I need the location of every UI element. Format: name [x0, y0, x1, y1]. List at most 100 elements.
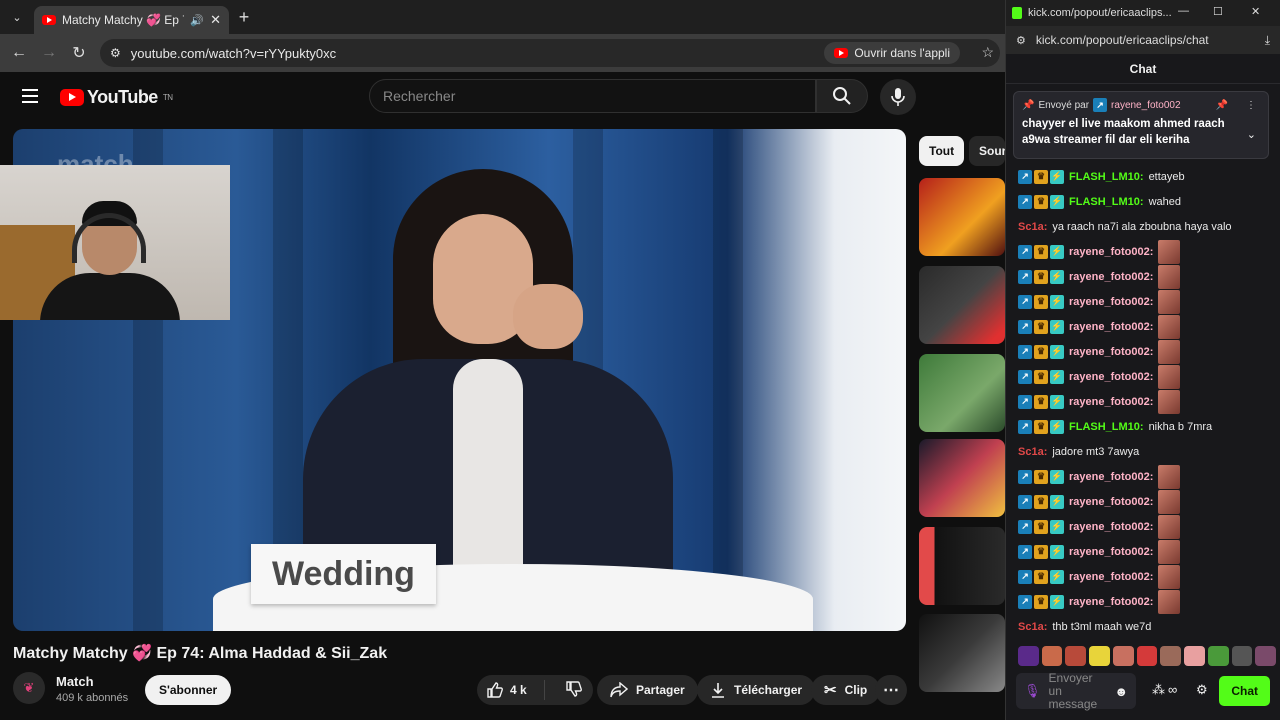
back-arrow-icon[interactable]: ← — [4, 44, 34, 62]
recommended-thumbnail[interactable] — [919, 266, 1005, 344]
maximize-icon[interactable]: ☐ — [1213, 5, 1223, 18]
chat-message: ↗ ♛ ⚡ FLASH_LM10: ettayeb — [1018, 164, 1273, 189]
pinned-prefix: Envoyé par — [1038, 99, 1090, 111]
chip-source[interactable]: Sour — [969, 136, 1005, 166]
chat-username[interactable]: rayene_foto002: — [1069, 271, 1153, 283]
recommended-thumbnail[interactable] — [919, 614, 1005, 692]
chat-username[interactable]: FLASH_LM10: — [1069, 421, 1144, 433]
chip-all[interactable]: Tout — [919, 136, 965, 166]
download-icon[interactable]: ⤓ — [1265, 33, 1270, 48]
crown-badge-icon: ♛ — [1034, 169, 1048, 184]
dislike-button[interactable] — [553, 680, 583, 701]
recommended-thumbnail[interactable] — [919, 178, 1005, 256]
emote[interactable] — [1160, 646, 1182, 666]
site-settings-icon[interactable]: ⚙ — [1016, 34, 1026, 47]
chat-username[interactable]: rayene_foto002: — [1069, 546, 1153, 558]
share-button[interactable]: Partager — [597, 675, 698, 705]
search-button[interactable] — [816, 79, 868, 113]
emote[interactable] — [1018, 646, 1039, 666]
scissors-icon: ✂ — [824, 682, 837, 699]
crown-badge-icon: ♛ — [1034, 594, 1048, 609]
chat-input[interactable]: 🎙 Envoyer un message ☻ — [1016, 671, 1136, 710]
tab-search-chevron-icon[interactable]: ⌄ — [0, 0, 34, 34]
channel-name[interactable]: Match — [56, 674, 94, 689]
reload-icon[interactable]: ↻ — [64, 43, 94, 63]
emote[interactable] — [1255, 646, 1277, 666]
emote[interactable] — [1112, 646, 1134, 666]
face-emote-icon — [1158, 389, 1181, 414]
bookmark-star-icon[interactable]: ☆ — [981, 44, 994, 61]
emote[interactable] — [1065, 646, 1087, 666]
chat-message-text: ya raach na7i ala zboubna haya valo — [1052, 220, 1232, 233]
link-icon[interactable]: ∞ — [1168, 682, 1177, 697]
open-in-app-button[interactable]: Ouvrir dans l'appli — [824, 42, 960, 64]
face-emote-icon — [1158, 539, 1181, 564]
youtube-favicon-icon — [42, 15, 56, 25]
emote[interactable] — [1231, 646, 1253, 666]
forward-arrow-icon[interactable]: → — [34, 44, 64, 62]
chat-username[interactable]: FLASH_LM10: — [1069, 171, 1144, 183]
chat-username[interactable]: rayene_foto002: — [1069, 571, 1153, 583]
emote[interactable] — [1041, 646, 1063, 666]
chat-username[interactable]: rayene_foto002: — [1069, 521, 1153, 533]
chat-username[interactable]: rayene_foto002: — [1069, 596, 1153, 608]
chat-window-url-bar[interactable]: ⚙ kick.com/popout/ericaaclips/chat ⤓ — [1006, 26, 1280, 54]
pinned-options-icon[interactable]: ⋮ — [1246, 100, 1256, 111]
minimize-icon[interactable]: — — [1178, 5, 1189, 17]
emoji-icon[interactable]: ☻ — [1114, 684, 1128, 699]
chat-username[interactable]: rayene_foto002: — [1069, 396, 1153, 408]
chat-username[interactable]: rayene_foto002: — [1069, 321, 1153, 333]
verified-badge-icon: ↗ — [1018, 319, 1032, 334]
chat-username[interactable]: Sc1a: — [1018, 621, 1047, 633]
download-icon — [712, 683, 724, 698]
chat-username[interactable]: Sc1a: — [1018, 221, 1047, 233]
close-window-icon[interactable]: ✕ — [1251, 5, 1260, 18]
tab-title: Matchy Matchy 💞 Ep 74: A — [62, 13, 184, 27]
chat-settings-icon[interactable]: ⚙ — [1196, 682, 1208, 698]
recommended-thumbnail[interactable] — [919, 439, 1005, 517]
youtube-app-icon — [834, 48, 849, 58]
tab-close-icon[interactable]: ✕ — [210, 12, 221, 28]
verified-badge-icon: ↗ — [1018, 544, 1032, 559]
emote[interactable] — [1184, 646, 1205, 666]
new-tab-plus-icon[interactable]: + — [229, 7, 259, 28]
youtube-play-icon — [60, 89, 84, 106]
subscriber-badge-icon: ⚡ — [1050, 394, 1064, 409]
chat-message-text: thb t3ml maah we7d — [1052, 620, 1152, 633]
verified-badge-icon: ↗ — [1018, 519, 1032, 534]
expand-chevron-icon[interactable]: ⌄ — [1247, 128, 1256, 141]
more-actions-button[interactable]: ⋯ — [875, 675, 907, 705]
emote[interactable] — [1136, 646, 1158, 666]
channel-avatar[interactable]: ❦ — [13, 672, 45, 704]
browser-tab-youtube[interactable]: Matchy Matchy 💞 Ep 74: A 🔊 ✕ — [34, 6, 229, 34]
site-settings-icon[interactable]: ⚙ — [110, 46, 121, 60]
chat-username[interactable]: rayene_foto002: — [1069, 296, 1153, 308]
recommended-thumbnail[interactable] — [919, 527, 1005, 605]
tab-audio-icon[interactable]: 🔊 — [190, 14, 204, 27]
chat-username[interactable]: Sc1a: — [1018, 446, 1047, 458]
menu-hamburger-icon[interactable] — [22, 89, 38, 103]
voice-search-button[interactable] — [880, 79, 916, 115]
youtube-logo[interactable]: YouTube TN — [60, 87, 173, 108]
like-button[interactable]: 4 k — [477, 680, 545, 700]
chat-username[interactable]: rayene_foto002: — [1069, 346, 1153, 358]
download-button[interactable]: Télécharger — [697, 675, 816, 705]
verified-badge-icon: ↗ — [1018, 269, 1032, 284]
recommended-thumbnail[interactable] — [919, 354, 1005, 432]
chat-username[interactable]: rayene_foto002: — [1069, 246, 1153, 258]
emote[interactable] — [1089, 646, 1110, 666]
microphone-icon[interactable]: 🎙 — [1024, 683, 1041, 699]
chat-username[interactable]: rayene_foto002: — [1069, 496, 1153, 508]
chat-username[interactable]: rayene_foto002: — [1069, 371, 1153, 383]
chat-actions-icon[interactable]: ⁂ — [1152, 682, 1165, 698]
search-input[interactable]: Rechercher — [369, 79, 816, 113]
chat-username[interactable]: rayene_foto002: — [1069, 471, 1153, 483]
emote[interactable] — [1207, 646, 1229, 666]
verified-badge-icon: ↗ — [1018, 244, 1032, 259]
clip-button[interactable]: ✂ Clip — [811, 675, 881, 705]
chat-send-button[interactable]: Chat — [1219, 676, 1270, 706]
chat-username[interactable]: FLASH_LM10: — [1069, 196, 1144, 208]
subscribe-button[interactable]: S'abonner — [145, 675, 232, 705]
unpin-icon[interactable]: 📌 — [1216, 100, 1228, 111]
url-field[interactable]: ⚙ youtube.com/watch?v=rYYpukty0xc Ouvrir… — [100, 39, 1000, 67]
